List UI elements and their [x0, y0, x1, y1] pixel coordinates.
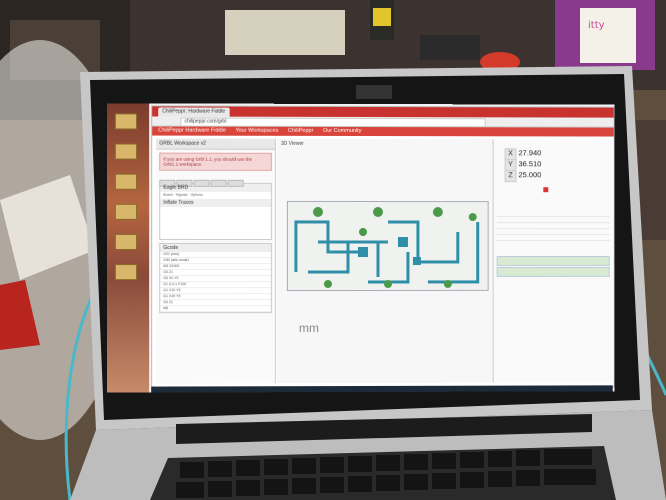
folder-icon[interactable]: [115, 113, 137, 129]
browser-window: ChiliPeppr: Hardware Fiddle chilipeppr.c…: [151, 105, 615, 388]
windows-taskbar: [151, 385, 613, 392]
app-menu-bar: ChiliPeppr Hardware Fiddle Your Workspac…: [152, 127, 614, 137]
gcode-title: Gcode: [160, 243, 271, 251]
menu-item[interactable]: Your Workspaces: [235, 128, 278, 134]
folder-icon[interactable]: [115, 234, 137, 250]
axis-row-z: Z 25.000: [497, 170, 610, 180]
pcb-preview: [287, 201, 489, 291]
axis-row-x: X 27.940: [497, 148, 610, 158]
menu-item[interactable]: ChiliPeppr Hardware Fiddle: [158, 128, 226, 134]
laptop-screen: ChiliPeppr: Hardware Fiddle chilipeppr.c…: [107, 103, 615, 392]
axes-panel: X 27.940 Y 36.510 Z 25.000: [493, 139, 613, 382]
tab-options[interactable]: Options: [191, 193, 203, 197]
axis-value: 27.940: [518, 148, 558, 158]
eagle-brd-widget: Eagle BRD Board · Signals · Options Infl…: [159, 183, 272, 240]
photo-scene: itty ChiliPeppr: Hardware Fiddle chilipe…: [0, 0, 666, 500]
folder-icon[interactable]: [115, 204, 137, 220]
desktop-wallpaper: [107, 103, 149, 392]
menu-item[interactable]: Our Community: [323, 128, 362, 134]
unit-label: mm: [299, 321, 319, 335]
inflate-title: Inflate Traces: [160, 198, 271, 206]
axis-letter[interactable]: Z: [505, 170, 517, 182]
workspace-title: GRBL Workspace v2: [156, 139, 275, 150]
axis-value: 25.000: [518, 170, 558, 180]
folder-icon[interactable]: [115, 144, 137, 160]
url-field[interactable]: chilipeppr.com/grbl: [180, 118, 485, 128]
viewer-title: 3D Viewer: [277, 139, 493, 149]
svg-text:itty: itty: [588, 20, 605, 31]
folder-icon[interactable]: [115, 174, 137, 190]
browser-tab[interactable]: ChiliPeppr: Hardware Fiddle: [158, 107, 229, 116]
inflate-description: [160, 206, 271, 238]
workspace-panel: GRBL Workspace v2 If you are using Grbl …: [156, 139, 276, 384]
tab-board[interactable]: Board: [163, 193, 172, 197]
3d-viewer[interactable]: 3D Viewer mm: [277, 139, 493, 383]
folder-icon[interactable]: [115, 264, 137, 280]
connection-row[interactable]: [497, 256, 610, 266]
menu-item[interactable]: ChiliPeppr: [288, 128, 313, 134]
workspace-toolbar[interactable]: [159, 174, 272, 180]
version-alert: If you are using Grbl 1.1, you should us…: [159, 153, 272, 171]
tab-signals[interactable]: Signals: [176, 193, 188, 197]
axis-value: 36.510: [518, 159, 558, 169]
gcode-widget: Gcode G21 (mm) G90 (abs mode) M3 S1000 G…: [159, 242, 272, 312]
pcb-traces: [288, 202, 488, 290]
axis-row-y: Y 36.510: [497, 159, 610, 169]
address-bar: chilipeppr.com/grbl: [152, 116, 614, 127]
stop-button[interactable]: [543, 187, 548, 192]
gcode-line[interactable]: M5: [160, 306, 271, 312]
connection-row[interactable]: [497, 267, 610, 277]
